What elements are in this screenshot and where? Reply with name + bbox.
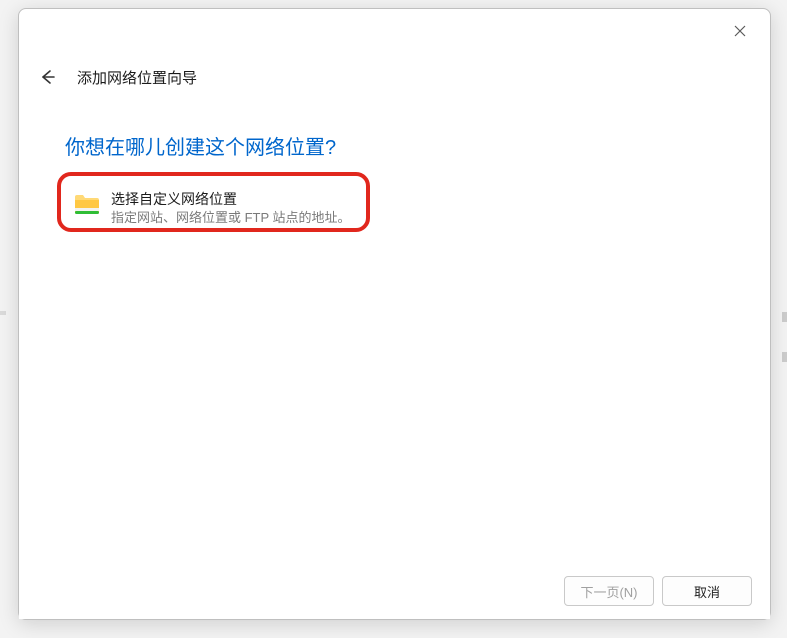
- footer-buttons: 下一页(N) 取消: [19, 563, 770, 619]
- header-row: 添加网络位置向导: [19, 53, 770, 103]
- content-area: 你想在哪儿创建这个网络位置? 选择自定义网络位置 指定网站、网络位置或 FTP …: [19, 103, 770, 563]
- wizard-dialog: 添加网络位置向导 你想在哪儿创建这个网络位置? 选择自定义网络位置 指定网站、网…: [18, 8, 771, 620]
- close-icon: [734, 25, 746, 37]
- option-description: 指定网站、网络位置或 FTP 站点的地址。: [111, 209, 351, 227]
- back-arrow-icon: [38, 68, 56, 86]
- next-button[interactable]: 下一页(N): [564, 576, 654, 606]
- folder-network-icon: [73, 191, 101, 219]
- background-decoration: [0, 311, 6, 315]
- background-decoration: [782, 312, 787, 322]
- title-bar: [19, 9, 770, 53]
- close-button[interactable]: [718, 15, 762, 47]
- option-text-block: 选择自定义网络位置 指定网站、网络位置或 FTP 站点的地址。: [111, 188, 351, 227]
- background-decoration: [782, 352, 787, 362]
- wizard-title: 添加网络位置向导: [77, 67, 197, 88]
- back-button[interactable]: [31, 61, 63, 93]
- custom-location-option[interactable]: 选择自定义网络位置 指定网站、网络位置或 FTP 站点的地址。: [69, 182, 728, 233]
- cancel-button[interactable]: 取消: [662, 576, 752, 606]
- option-title: 选择自定义网络位置: [111, 190, 351, 208]
- page-heading: 你想在哪儿创建这个网络位置?: [65, 131, 728, 160]
